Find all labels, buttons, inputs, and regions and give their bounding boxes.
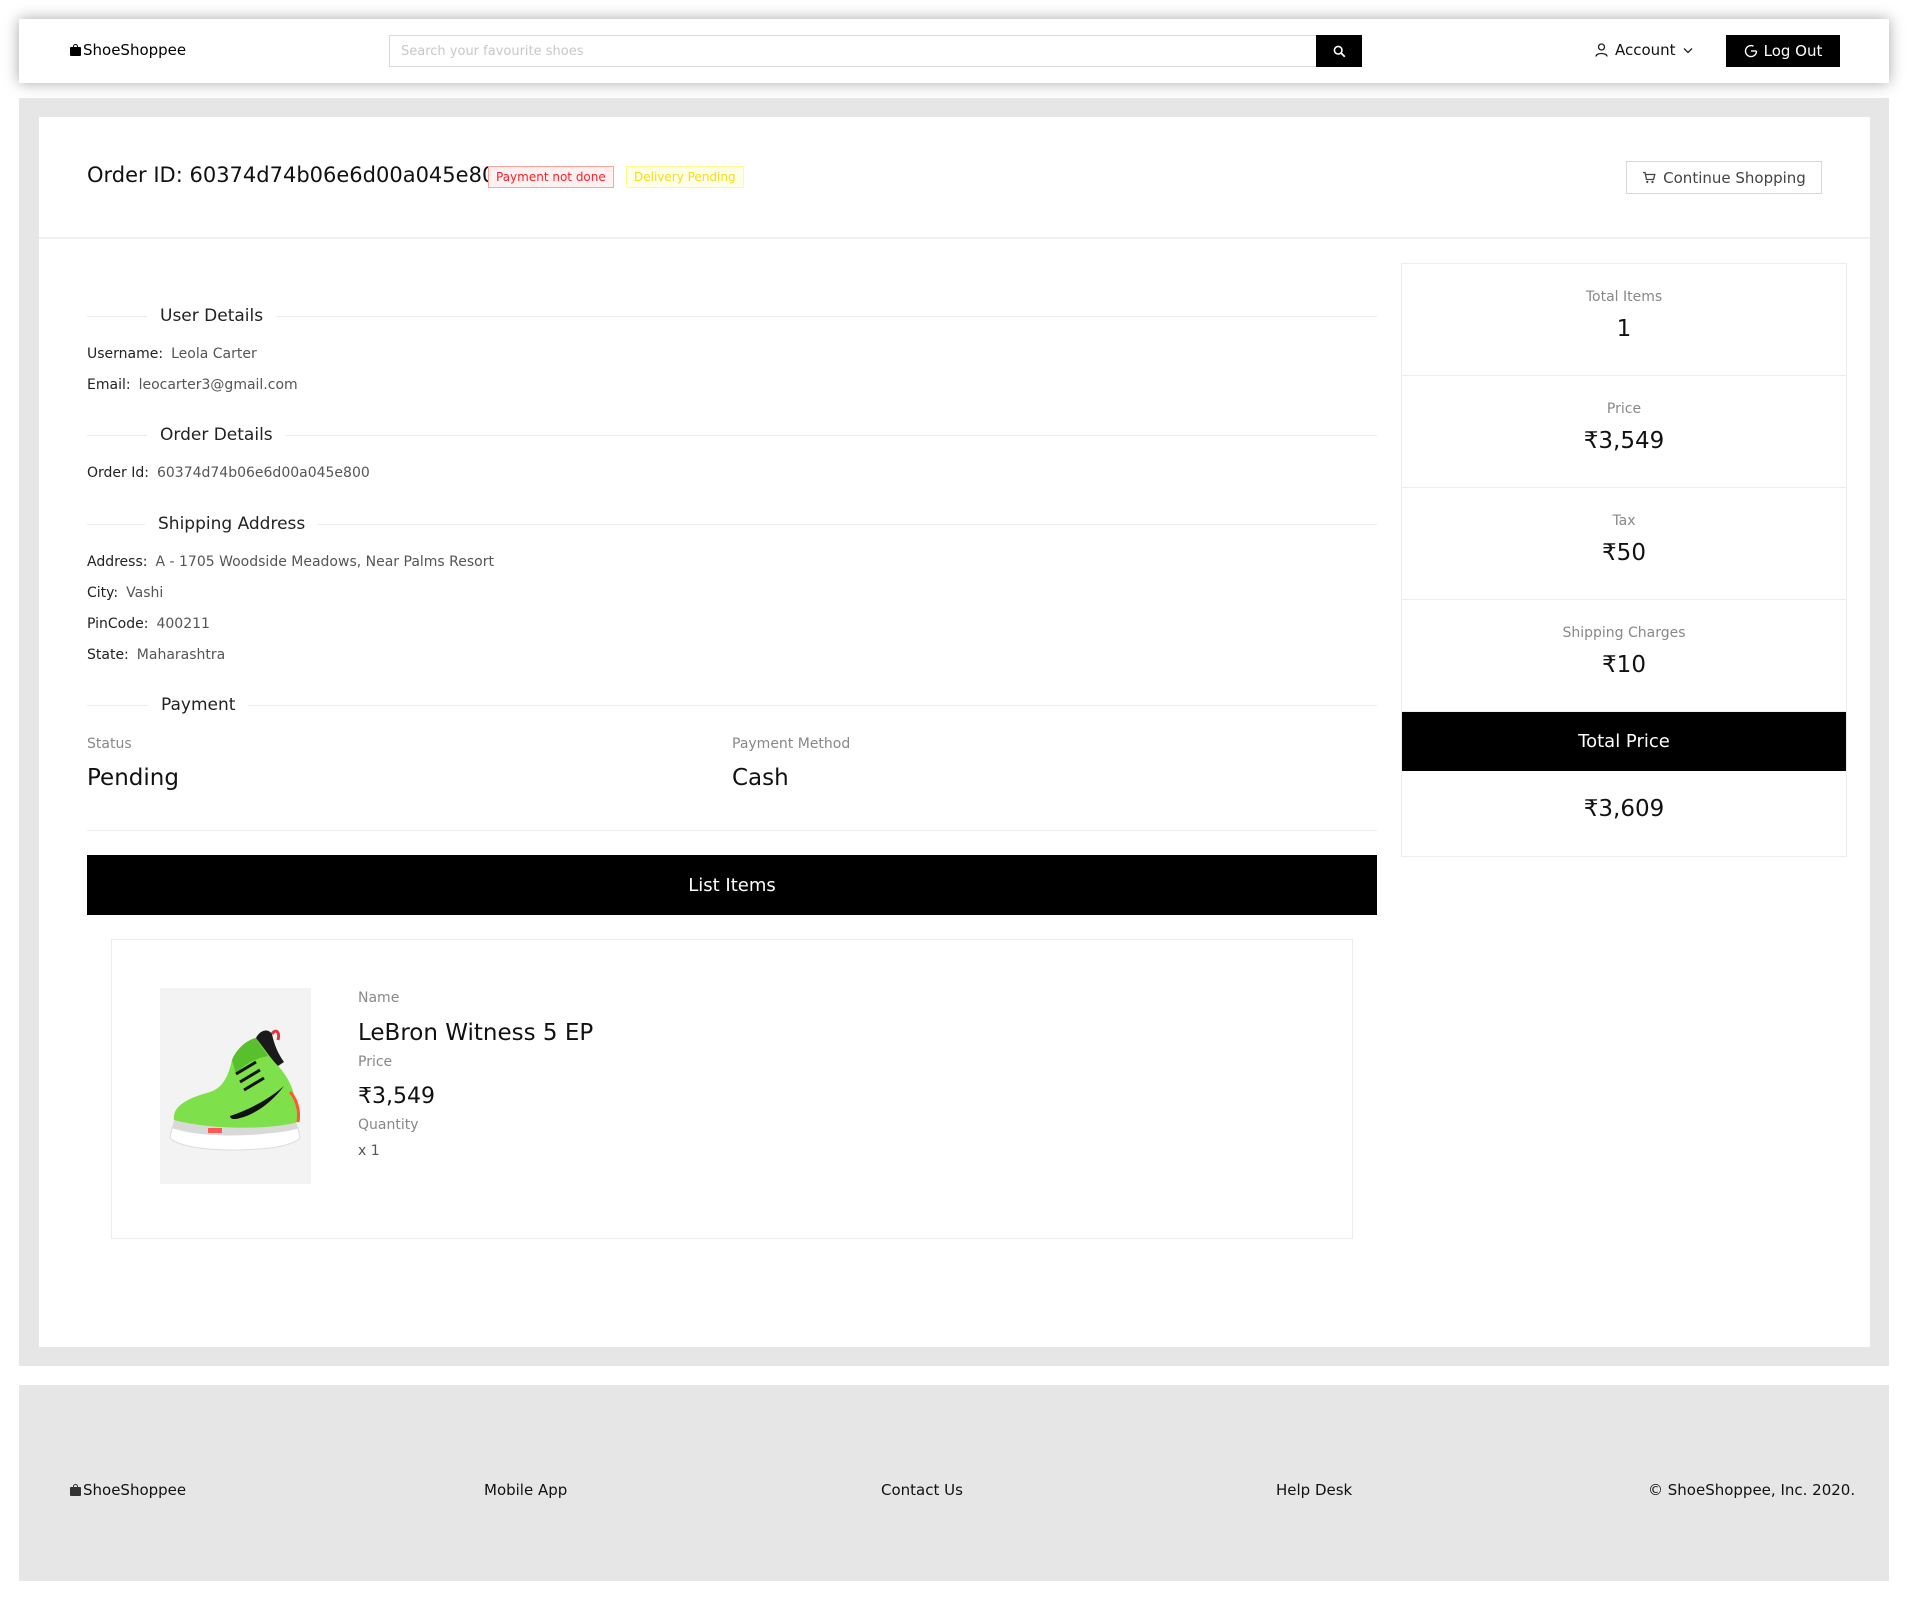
username-field: Username: Leola Carter	[87, 346, 257, 362]
city-label: City:	[87, 585, 119, 601]
email-field: Email: leocarter3@gmail.com	[87, 377, 298, 393]
footer-link-contact-us[interactable]: Contact Us	[881, 1481, 963, 1499]
item-quantity: x 1	[358, 1143, 380, 1159]
section-divider	[87, 830, 1377, 831]
shipping-address-heading: Shipping Address	[145, 513, 319, 535]
state-value: Maharashtra	[136, 647, 226, 663]
user-details-divider: User Details	[87, 305, 1377, 327]
order-details-heading: Order Details	[147, 424, 286, 446]
order-id-label: Order Id:	[87, 465, 149, 481]
delivery-status-tag: Delivery Pending	[626, 166, 744, 188]
order-id-value: 60374d74b06e6d00a045e800	[156, 465, 370, 481]
footer-brand-name: ShoeShoppee	[83, 1481, 187, 1499]
tax-label: Tax	[1612, 513, 1636, 529]
address-label: Address:	[87, 554, 148, 570]
pincode-label: PinCode:	[87, 616, 149, 632]
list-items-heading: List Items	[688, 874, 776, 896]
username-value: Leola Carter	[171, 346, 257, 362]
tax-value: ₹50	[1602, 540, 1646, 566]
total-items-label: Total Items	[1585, 289, 1663, 305]
email-label: Email:	[87, 377, 131, 393]
shoe-image	[169, 1029, 301, 1151]
payment-status-label: Status	[87, 736, 132, 752]
shipping-charges-value: ₹10	[1602, 652, 1646, 678]
price-value: ₹3,549	[1583, 428, 1665, 454]
shopping-bag-icon	[70, 44, 81, 56]
state-field: State: Maharashtra	[87, 647, 225, 663]
total-price-value: ₹3,609	[1583, 796, 1665, 822]
logout-label: Log Out	[1763, 42, 1823, 60]
item-name[interactable]: LeBron Witness 5 EP	[358, 1020, 593, 1046]
address-value: A - 1705 Woodside Meadows, Near Palms Re…	[155, 554, 494, 570]
city-field: City: Vashi	[87, 585, 163, 601]
city-value: Vashi	[126, 585, 164, 601]
summary-tax: Tax ₹50	[1402, 488, 1846, 600]
price-label: Price	[1606, 401, 1642, 417]
order-title: Order ID: 60374d74b06e6d00a045e800	[87, 163, 509, 187]
pincode-value: 400211	[156, 616, 210, 632]
chevron-down-icon	[1683, 47, 1693, 53]
footer-logo[interactable]: ShoeShoppee	[70, 1481, 186, 1499]
payment-method-label: Payment Method	[732, 736, 851, 752]
account-label: Account	[1615, 41, 1676, 59]
shipping-address-divider: Shipping Address	[87, 513, 1377, 535]
summary-shipping: Shipping Charges ₹10	[1402, 600, 1846, 712]
search-button[interactable]	[1316, 35, 1362, 67]
user-icon	[1595, 43, 1608, 57]
payment-method-value: Cash	[732, 765, 789, 791]
total-price-header: Total Price	[1402, 712, 1846, 771]
order-id-field: Order Id: 60374d74b06e6d00a045e800	[87, 465, 370, 481]
continue-shopping-label: Continue Shopping	[1663, 168, 1806, 187]
address-field: Address: A - 1705 Woodside Meadows, Near…	[87, 554, 494, 570]
payment-status-tag: Payment not done	[488, 166, 614, 188]
list-item: Name LeBron Witness 5 EP Price ₹3,549 Qu…	[111, 939, 1353, 1239]
payment-divider: Payment	[87, 694, 1377, 716]
footer-copyright: © ShoeShoppee, Inc. 2020.	[1648, 1481, 1856, 1499]
footer-link-help-desk[interactable]: Help Desk	[1276, 1481, 1352, 1499]
shipping-charges-label: Shipping Charges	[1562, 625, 1686, 641]
total-price-label: Total Price	[1578, 731, 1670, 752]
continue-shopping-button[interactable]: Continue Shopping	[1626, 161, 1822, 194]
search-icon	[1333, 45, 1345, 57]
account-menu[interactable]: Account	[1595, 41, 1693, 59]
logout-button[interactable]: Log Out	[1726, 35, 1840, 67]
logout-icon	[1744, 44, 1757, 58]
order-summary-panel: Total Items 1 Price ₹3,549 Tax ₹50 Shipp…	[1401, 263, 1847, 857]
brand-logo[interactable]: ShoeShoppee	[70, 41, 186, 59]
list-items-header: List Items	[87, 855, 1377, 915]
footer: ShoeShoppee Mobile App Contact Us Help D…	[19, 1385, 1889, 1581]
brand-name: ShoeShoppee	[83, 41, 187, 59]
total-items-value: 1	[1616, 316, 1632, 342]
product-image	[160, 988, 311, 1184]
item-quantity-label: Quantity	[358, 1117, 419, 1133]
item-price-label: Price	[358, 1054, 393, 1070]
order-card: Order ID: 60374d74b06e6d00a045e800 Payme…	[39, 117, 1870, 1347]
order-header: Order ID: 60374d74b06e6d00a045e800 Payme…	[39, 117, 1870, 239]
user-details-heading: User Details	[147, 305, 277, 327]
top-navbar: ShoeShoppee Account Log Out	[19, 19, 1889, 83]
search-box	[389, 35, 1361, 67]
state-label: State:	[87, 647, 129, 663]
payment-heading: Payment	[148, 694, 249, 716]
order-details-divider: Order Details	[87, 424, 1377, 446]
footer-link-mobile-app[interactable]: Mobile App	[484, 1481, 567, 1499]
cart-icon	[1643, 171, 1656, 184]
email-value: leocarter3@gmail.com	[138, 377, 298, 393]
username-label: Username:	[87, 346, 164, 362]
pincode-field: PinCode: 400211	[87, 616, 210, 632]
summary-price: Price ₹3,549	[1402, 376, 1846, 488]
summary-total-items: Total Items 1	[1402, 264, 1846, 376]
payment-status-value: Pending	[87, 765, 179, 791]
search-input[interactable]	[390, 36, 1361, 66]
shopping-bag-icon	[70, 1484, 81, 1496]
item-name-label: Name	[358, 990, 400, 1006]
item-price: ₹3,549	[358, 1084, 435, 1109]
